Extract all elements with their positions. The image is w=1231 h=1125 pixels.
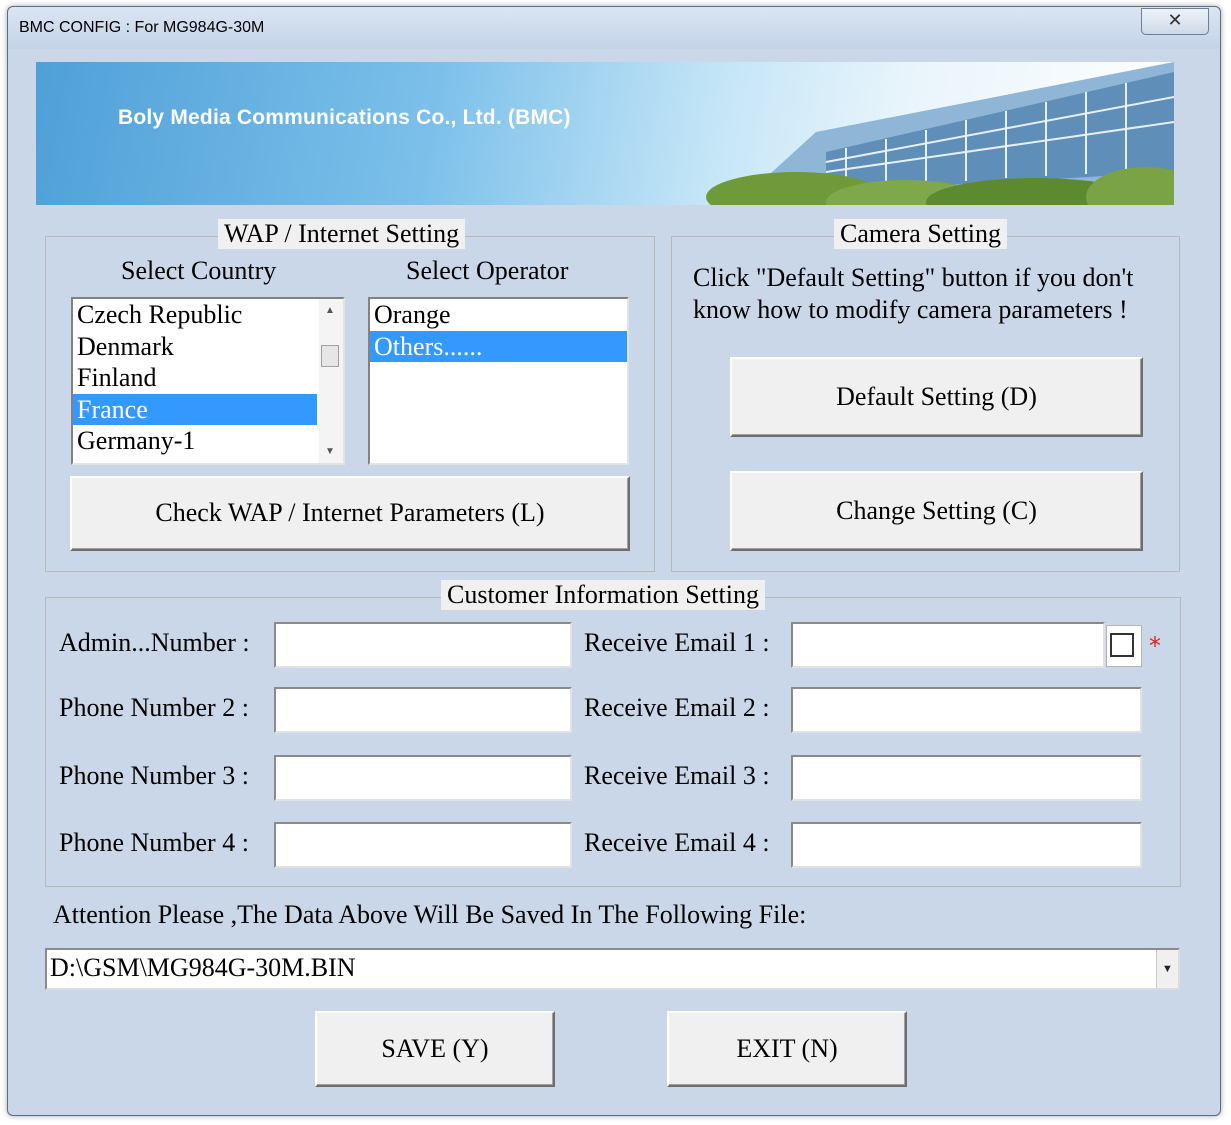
checkbox-box-icon — [1110, 633, 1134, 657]
list-item-selected[interactable]: France — [73, 393, 317, 425]
file-path-value: D:\GSM\MG984G-30M.BIN — [50, 953, 356, 982]
scroll-up-icon[interactable]: ▲ — [325, 305, 335, 316]
change-setting-label: Change Setting (C) — [836, 496, 1037, 525]
default-setting-label: Default Setting (D) — [836, 382, 1037, 411]
country-listbox[interactable]: Czech Republic Denmark Finland France Ge… — [71, 297, 345, 465]
file-path-combobox[interactable]: D:\GSM\MG984G-30M.BIN ▼ — [45, 948, 1180, 990]
email-2-field[interactable] — [791, 687, 1142, 733]
phone-4-field[interactable] — [274, 822, 572, 868]
email-2-label: Receive Email 2 : — [584, 693, 770, 722]
email-3-label: Receive Email 3 : — [584, 761, 770, 790]
email-3-field[interactable] — [791, 755, 1142, 801]
change-setting-button[interactable]: Change Setting (C) — [730, 471, 1143, 551]
email-1-label: Receive Email 1 : — [584, 628, 770, 657]
admin-number-field[interactable] — [274, 622, 572, 668]
banner-text: Boly Media Communications Co., Ltd. (BMC… — [118, 106, 571, 129]
scroll-thumb[interactable] — [321, 345, 339, 367]
default-setting-button[interactable]: Default Setting (D) — [730, 357, 1143, 437]
list-item[interactable]: Finland — [73, 362, 343, 394]
camera-legend: Camera Setting — [834, 219, 1008, 249]
exit-button-label: EXIT (N) — [736, 1034, 838, 1063]
check-wap-button-label: Check WAP / Internet Parameters (L) — [155, 498, 545, 527]
customer-legend: Customer Information Setting — [441, 580, 765, 610]
chevron-down-icon[interactable]: ▼ — [1156, 950, 1178, 988]
close-icon: ✕ — [1167, 10, 1183, 31]
email-4-field[interactable] — [791, 822, 1142, 868]
required-mark: * — [1149, 632, 1161, 660]
close-button[interactable]: ✕ — [1141, 8, 1209, 35]
phone-3-label: Phone Number 3 : — [59, 761, 249, 790]
save-button-label: SAVE (Y) — [381, 1034, 489, 1063]
list-item[interactable]: Orange — [370, 299, 627, 331]
phone-3-field[interactable] — [274, 755, 572, 801]
attention-text: Attention Please ,The Data Above Will Be… — [53, 900, 807, 929]
exit-button[interactable]: EXIT (N) — [667, 1011, 907, 1087]
save-button[interactable]: SAVE (Y) — [315, 1011, 555, 1087]
phone-2-field[interactable] — [274, 687, 572, 733]
wap-legend: WAP / Internet Setting — [218, 219, 466, 249]
phone-4-label: Phone Number 4 : — [59, 828, 249, 857]
select-operator-label: Select Operator — [406, 256, 569, 285]
list-item[interactable]: Germany-1 — [73, 425, 343, 457]
select-country-label: Select Country — [121, 256, 277, 285]
email-4-label: Receive Email 4 : — [584, 828, 770, 857]
check-wap-button[interactable]: Check WAP / Internet Parameters (L) — [70, 476, 630, 551]
camera-hint-line2: know how to modify camera parameters ! — [693, 295, 1128, 324]
list-item[interactable]: Czech Republic — [73, 299, 343, 331]
email-1-checkbox[interactable] — [1106, 625, 1142, 667]
company-banner: Boly Media Communications Co., Ltd. (BMC… — [36, 62, 1174, 205]
window-title: BMC CONFIG : For MG984G-30M — [19, 19, 265, 36]
list-item[interactable]: Denmark — [73, 331, 343, 363]
admin-number-label: Admin...Number : — [59, 628, 250, 657]
camera-hint-line1: Click "Default Setting" button if you do… — [693, 263, 1134, 292]
building-image — [706, 62, 1174, 205]
operator-listbox[interactable]: Orange Others...... — [368, 297, 629, 465]
scroll-down-icon[interactable]: ▼ — [325, 446, 335, 457]
email-1-field[interactable] — [791, 622, 1105, 668]
list-item-selected[interactable]: Others...... — [370, 330, 627, 362]
country-scrollbar[interactable]: ▲ ▼ — [319, 299, 343, 463]
phone-2-label: Phone Number 2 : — [59, 693, 249, 722]
title-bar[interactable]: BMC CONFIG : For MG984G-30M ✕ — [8, 7, 1220, 49]
